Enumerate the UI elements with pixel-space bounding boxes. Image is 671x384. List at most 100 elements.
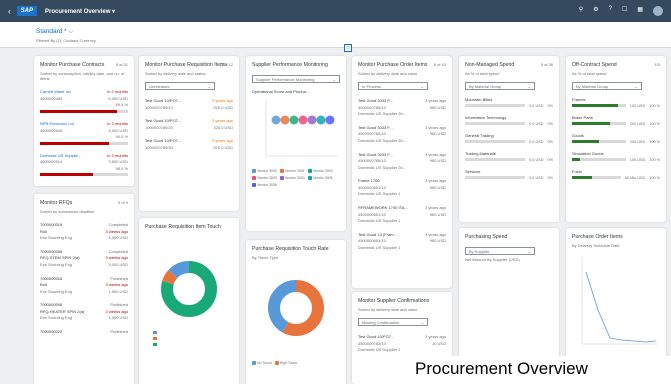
group-select[interactable]: By Material Group ⌄ [465, 81, 535, 90]
bubble-point[interactable] [298, 115, 308, 125]
search-icon[interactable]: ⚲ [579, 6, 583, 16]
card-po-items[interactable]: Monitor Purchase Order Items 5 of 43 Sor… [352, 56, 452, 288]
list-row: Roll 3 weeks ago [40, 229, 128, 235]
item-percent: 100 % [649, 139, 660, 144]
list-item[interactable]: Test Good 10/PO7... 3 years ago 4500000783… [358, 334, 446, 353]
list-item[interactable]: Goods 200 USD 100 % [572, 133, 660, 144]
legend-swatch [307, 168, 312, 173]
list-item[interactable]: 7000000008 Completed RFQ-STEM SPIN 2(a) 3 w… [40, 249, 128, 268]
list-item[interactable]: RFRAMEWORK 1700 ITA... 3 years ago 4500000… [358, 205, 446, 224]
settings-icon[interactable]: ⚙ [593, 6, 598, 16]
bubble-point[interactable] [325, 115, 335, 125]
list-item[interactable]: Test Good 3033 F... 3 years ago 4500000785… [358, 98, 446, 117]
list-item[interactable]: Mountain Bikes 0.0 USD 0% [465, 97, 553, 108]
item-value: 100 USD [629, 103, 646, 108]
list-row: 4600000546 3,000 USD [40, 128, 128, 134]
list-item[interactable]: 7000000006 Published RFQ-HEATER SPIN 2(a) 3… [40, 302, 128, 321]
bubble-point[interactable] [280, 115, 290, 125]
list-item[interactable]: 7000000022 Published [40, 329, 128, 337]
spend-row: Goods [572, 133, 660, 138]
list-item[interactable]: Trading Materials 0.0 USD 0% [465, 151, 553, 162]
list-item[interactable]: Domestic US Supplie... In 3 months 4600000… [40, 153, 128, 177]
card-supplier-performance[interactable]: Supplier Performance Monitoring Supplier… [246, 56, 346, 231]
list-item[interactable]: Test Good 10/PO7... 3 years ago 1000000789… [145, 118, 233, 130]
item-value: 0.0 USD [529, 103, 544, 108]
item-value: 3,000 USD [108, 127, 128, 133]
spend-values: 200 USD 100 % [572, 122, 660, 126]
list-item[interactable]: Services 0.0 USD 0% [465, 169, 553, 180]
list-row: Domestic US Supplier 30... [358, 138, 446, 144]
card-count: 5 of 9 [117, 200, 128, 205]
legend-swatch [153, 342, 157, 346]
list-row: 7000000008 Completed [40, 249, 128, 255]
avatar[interactable] [653, 6, 663, 16]
collapse-header-button[interactable]: □ [344, 44, 352, 52]
grid-icon[interactable]: ▦ [637, 6, 643, 16]
list-item[interactable]: Frame 1700 3 years ago 4500000651/10 960 US… [358, 178, 446, 197]
donut-chart [153, 260, 217, 346]
card-non-managed-spend[interactable]: Non-Managed Spend 5 of 36 As % of total … [459, 56, 559, 222]
spend-values: 0.0 USD 0% [465, 140, 553, 144]
list-item[interactable]: Test Good 3033 F... 3 years ago 4500000785… [358, 125, 446, 144]
list-row: Test Good 10/PO7... 3 years ago [145, 118, 233, 124]
perf-select[interactable]: Supplier Performance Monitoring ⌄ [252, 74, 340, 83]
spend-bar [465, 122, 526, 126]
card-pr-item-touch[interactable]: Purchase Requisition Item Touch [139, 218, 239, 384]
status-select[interactable]: Unreleased ⌄ [145, 81, 215, 90]
status-select[interactable]: In Process ⌄ [358, 81, 428, 90]
list-item[interactable]: Brake Parts 200 USD 100 % [572, 115, 660, 126]
list-row: Exe Sourcing Eng 1,500 USD [40, 289, 128, 295]
donut-chart [268, 279, 324, 336]
status-select[interactable]: Missing Confirmation ⌄ [358, 317, 428, 326]
item-name: Brake Parts [572, 114, 593, 120]
list-item[interactable]: General Trading 0.0 USD 0% [465, 133, 553, 144]
item-id: 7000000008 [40, 248, 63, 254]
item-name: RFQ-STEM SPIN 2(a) [40, 255, 80, 261]
list-item[interactable]: Test Good 3033 F... 3 years ago 4500000785… [358, 152, 446, 171]
card-requisition-items[interactable]: Monitor Purchase Requisition Items 3 of … [139, 56, 239, 211]
item-value: 960 USD [429, 184, 446, 190]
bubble-point[interactable] [289, 115, 299, 125]
spend-bar [572, 104, 626, 108]
list-item[interactable]: 7000000019 Completed Roll 3 weeks ago Exe So… [40, 222, 128, 241]
group-select[interactable]: By Material Group ⌄ [572, 81, 642, 90]
variant-selector[interactable]: Standard * ⌵ [36, 28, 635, 36]
sap-logo[interactable]: SAP [16, 6, 38, 16]
item-when: 3 years ago [425, 231, 446, 237]
list-item[interactable]: 7000000016 Published Bolt 3 weeks ago Exe So… [40, 276, 128, 295]
list-item[interactable]: NPR Electronic Ltd In 3 months 4600000546 3… [40, 121, 128, 145]
spend-row: Services [465, 169, 553, 174]
bubble-point[interactable] [316, 115, 326, 125]
list-row: Test Good 3033 F... 3 years ago [358, 152, 446, 158]
item-value: 200 USD [629, 121, 646, 126]
card-pr-touch-rate[interactable]: Purchase Requisition Touch Rate By Touch… [246, 240, 346, 384]
back-icon[interactable]: ‹ [8, 7, 11, 16]
help-icon[interactable]: ? [609, 6, 612, 16]
list-item[interactable]: Carnett Water Inc In 2 months 4600000489 5,… [40, 89, 128, 113]
card-off-contract-spend[interactable]: Off-Contract Spend 1/5 As % of total spe… [566, 56, 666, 222]
list-item[interactable]: Simulation Goods 100 USD 100 % [572, 151, 660, 162]
list-row: 4500000785/10 960 USD [358, 158, 446, 164]
list-item[interactable]: Test Good 10/PO7... 3 years ago 1000000789… [145, 138, 233, 150]
spend-bar [465, 158, 526, 162]
list-item[interactable]: Test Good 13 (Fram... 3 years ago 45000006… [358, 232, 446, 251]
list-row: 98.0 % [40, 166, 128, 172]
list-item[interactable]: Information Technology 0.0 USD 0% [465, 115, 553, 126]
card-purchase-contracts[interactable]: Monitor Purchase Contracts 5 of 31 Sorte… [34, 56, 134, 186]
notifications-icon[interactable]: ☐ [622, 6, 627, 16]
legend-item: Vendor 3002 [307, 168, 333, 173]
bubble-point[interactable] [271, 115, 281, 125]
legend-item: Vendor 3005 [307, 175, 333, 180]
list-row: 90.0 % [40, 134, 128, 140]
list-item[interactable]: Test Good 10/PO7... 3 years ago 1000000789… [145, 98, 233, 110]
card-rfqs[interactable]: Monitor RFQs 5 of 9 Sorted by submission… [34, 194, 134, 384]
item-value: 320.0 USD [213, 104, 233, 110]
spend-bar [465, 140, 526, 144]
app-title[interactable]: Procurement Overview ▾ [45, 8, 115, 15]
supplier-select[interactable]: By Supplier ⌄ [465, 246, 535, 255]
list-item[interactable]: Fuels 50 Mio USD 100 % [572, 169, 660, 180]
legend-swatch [252, 175, 256, 180]
consumption-bar [40, 141, 128, 145]
bubble-point[interactable] [307, 115, 317, 125]
list-item[interactable]: Frames 100 USD 100 % [572, 97, 660, 108]
